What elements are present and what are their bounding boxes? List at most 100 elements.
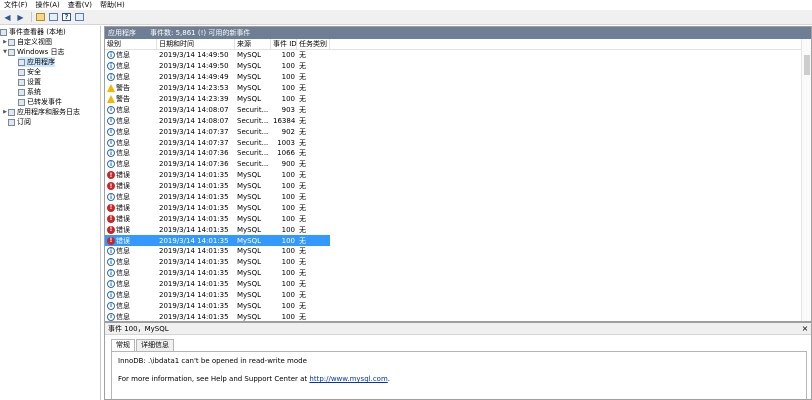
help-text: For more information, see Help and Suppo… xyxy=(118,375,310,383)
level-cell: i 信息 xyxy=(105,257,157,267)
tab-general[interactable]: 常规 xyxy=(111,339,135,351)
scrollbar-thumb[interactable] xyxy=(804,55,810,75)
datetime-cell: 2019/3/14 14:08:07 xyxy=(159,105,229,114)
source-cell: MySQL xyxy=(237,203,262,212)
table-row[interactable]: i 信息 2019/3/14 14:01:35 MySQL 100 无 xyxy=(105,279,811,290)
table-row[interactable]: ! 错误 2019/3/14 14:01:35 MySQL 100 无 xyxy=(105,213,811,224)
column-level[interactable]: 级别 xyxy=(105,38,157,50)
info-icon: i xyxy=(107,51,115,60)
tree-item-custom-views[interactable]: ▶ 自定义视图 xyxy=(2,37,52,47)
level-cell: i 信息 xyxy=(105,192,157,202)
table-row[interactable]: i 信息 2019/3/14 14:01:35 MySQL 100 无 xyxy=(105,290,811,301)
table-row[interactable]: 警告 2019/3/14 14:23:53 MySQL 100 无 xyxy=(105,83,811,94)
table-row[interactable]: i 信息 2019/3/14 14:07:37 Securit... 902 无 xyxy=(105,126,811,137)
table-row[interactable]: 警告 2019/3/14 14:23:39 MySQL 100 无 xyxy=(105,94,811,105)
table-row[interactable]: i 信息 2019/3/14 14:07:37 Securit... 1003 无 xyxy=(105,137,811,148)
help-icon[interactable]: ? xyxy=(61,12,72,23)
table-row[interactable]: i 信息 2019/3/14 14:01:35 MySQL 100 无 xyxy=(105,192,811,203)
source-cell: MySQL xyxy=(237,236,262,245)
vertical-scrollbar[interactable] xyxy=(801,39,811,321)
task-category-cell: 无 xyxy=(299,269,306,278)
table-row[interactable]: ! 错误 2019/3/14 14:01:35 MySQL 100 无 xyxy=(105,202,811,213)
table-row[interactable]: i 信息 2019/3/14 14:01:35 MySQL 100 无 xyxy=(105,311,811,321)
tree-item-forwarded-events[interactable]: 已转发事件 xyxy=(18,97,62,107)
level-label: 信息 xyxy=(116,160,130,169)
task-category-cell: 无 xyxy=(299,214,306,223)
table-row[interactable]: i 信息 2019/3/14 14:01:35 MySQL 100 无 xyxy=(105,268,811,279)
level-label: 错误 xyxy=(116,214,130,223)
table-row[interactable]: i 信息 2019/3/14 14:01:35 MySQL 100 无 xyxy=(105,246,811,257)
task-category-cell: 无 xyxy=(299,301,306,310)
level-cell: 警告 xyxy=(105,94,157,104)
info-icon: i xyxy=(107,291,115,300)
task-category-cell: 无 xyxy=(299,51,306,60)
events-count: 事件数: 5,861 (!) 可用的新事件 xyxy=(150,29,251,37)
tab-details[interactable]: 详细信息 xyxy=(136,339,174,351)
menu-action[interactable]: 操作(A) xyxy=(32,0,64,10)
level-label: 错误 xyxy=(116,203,130,212)
folder-icon[interactable] xyxy=(35,12,46,23)
table-row[interactable]: ! 错误 2019/3/14 14:01:35 MySQL 100 无 xyxy=(105,170,811,181)
info-icon: i xyxy=(107,116,115,125)
help-link[interactable]: http://www.mysql.com xyxy=(309,375,387,383)
tree-item-system[interactable]: 系统 xyxy=(18,87,41,97)
event-id-cell: 100 xyxy=(281,95,295,103)
table-row[interactable]: i 信息 2019/3/14 14:49:50 MySQL 100 无 xyxy=(105,50,811,61)
task-category-cell: 无 xyxy=(299,182,306,191)
task-category-cell: 无 xyxy=(299,160,306,169)
column-datetime[interactable]: 日期和时间 xyxy=(157,38,235,50)
events-list: i 信息 2019/3/14 14:49:50 MySQL 100 无 i 信息 2019/3/… xyxy=(105,50,811,321)
level-label: 信息 xyxy=(116,127,130,136)
source-cell: MySQL xyxy=(237,182,262,191)
table-row[interactable]: i 信息 2019/3/14 14:07:36 Securit... 900 无 xyxy=(105,159,811,170)
event-id-cell: 900 xyxy=(281,160,295,169)
subscription-icon xyxy=(8,118,15,126)
console-tree-icon[interactable] xyxy=(48,12,59,23)
close-icon[interactable]: × xyxy=(799,324,811,333)
datetime-cell: 2019/3/14 14:07:36 xyxy=(159,160,229,169)
table-row[interactable]: ! 错误 2019/3/14 14:01:35 MySQL 100 无 xyxy=(105,235,330,247)
tree-item-root[interactable]: 事件查看器 (本地) xyxy=(0,27,66,37)
level-label: 信息 xyxy=(116,51,130,60)
column-source[interactable]: 来源 xyxy=(235,38,271,50)
event-message: InnoDB: .\ibdata1 can't be opened in rea… xyxy=(118,357,307,365)
tree-item-application[interactable]: 应用程序 xyxy=(18,57,55,67)
level-label: 信息 xyxy=(116,291,130,300)
tree-item-setup[interactable]: 设置 xyxy=(18,77,41,87)
menu-file[interactable]: 文件(F) xyxy=(0,0,32,10)
menu-view[interactable]: 查看(V) xyxy=(64,0,96,10)
table-row[interactable]: i 信息 2019/3/14 14:49:50 MySQL 100 无 xyxy=(105,61,811,72)
forward-arrow-icon[interactable]: ▶ xyxy=(15,12,26,23)
info-icon: i xyxy=(107,247,115,256)
events-header: 应用程序 事件数: 5,861 (!) 可用的新事件 xyxy=(105,27,811,39)
task-category-cell: 无 xyxy=(299,280,306,289)
level-label: 信息 xyxy=(116,247,130,256)
table-row[interactable]: i 信息 2019/3/14 14:08:07 Securit... 903 无 xyxy=(105,104,811,115)
menu-help[interactable]: 帮助(H) xyxy=(96,0,129,10)
datetime-cell: 2019/3/14 14:01:35 xyxy=(159,236,229,245)
datetime-cell: 2019/3/14 14:08:07 xyxy=(159,116,229,125)
table-row[interactable]: ! 错误 2019/3/14 14:01:35 MySQL 100 无 xyxy=(105,224,811,235)
back-arrow-icon[interactable]: ◀ xyxy=(2,12,13,23)
toolbar-divider xyxy=(31,12,32,22)
table-row[interactable]: ! 错误 2019/3/14 14:01:35 MySQL 100 无 xyxy=(105,181,811,192)
column-event-id[interactable]: 事件 ID xyxy=(271,38,297,50)
info-icon: i xyxy=(107,73,115,82)
table-row[interactable]: i 信息 2019/3/14 14:07:36 Securit... 1066 无 xyxy=(105,148,811,159)
level-label: 信息 xyxy=(116,269,130,278)
table-row[interactable]: i 信息 2019/3/14 14:08:07 Securit... 16384 无 xyxy=(105,115,811,126)
table-row[interactable]: i 信息 2019/3/14 14:49:49 MySQL 100 无 xyxy=(105,72,811,83)
help-suffix: . xyxy=(387,375,390,383)
table-row[interactable]: i 信息 2019/3/14 14:01:35 MySQL 100 无 xyxy=(105,257,811,268)
tree-item-app-service-logs[interactable]: ▶ 应用程序和服务日志 xyxy=(2,107,80,117)
table-row[interactable]: i 信息 2019/3/14 14:01:35 MySQL 100 无 xyxy=(105,300,811,311)
column-task-category[interactable]: 任务类别 xyxy=(297,38,330,50)
properties-icon[interactable] xyxy=(74,12,85,23)
level-label: 信息 xyxy=(116,62,130,71)
log-icon xyxy=(18,98,25,106)
tree-item-windows-logs[interactable]: ▼ Windows 日志 xyxy=(2,47,64,57)
tree-item-security[interactable]: 安全 xyxy=(18,67,41,77)
task-category-cell: 无 xyxy=(299,236,306,245)
tree-item-subscriptions[interactable]: 订阅 xyxy=(8,117,31,127)
event-id-cell: 100 xyxy=(281,225,295,234)
